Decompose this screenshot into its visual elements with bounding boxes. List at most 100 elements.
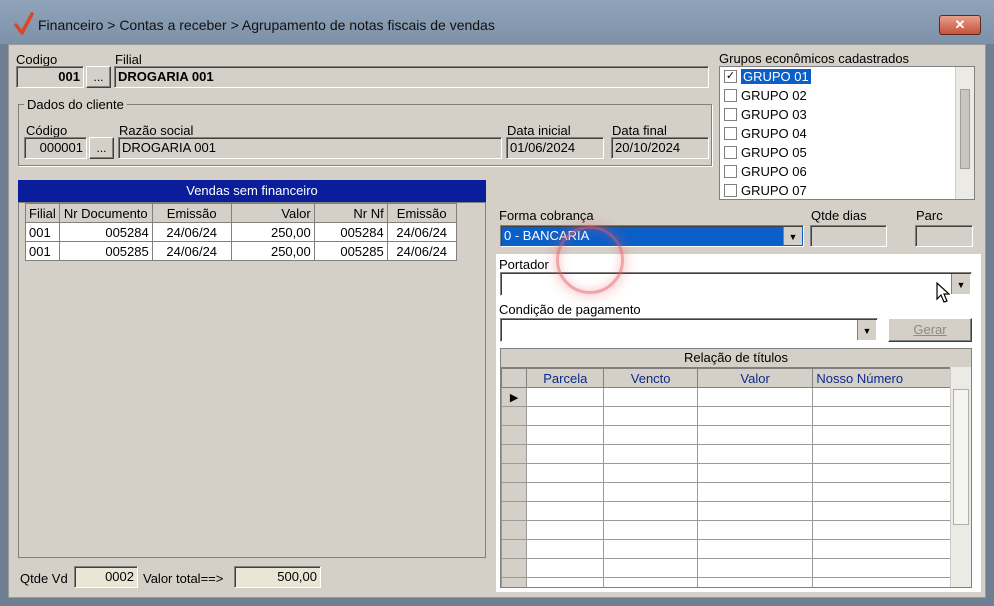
relacao-row[interactable] — [501, 482, 951, 502]
relacao-row[interactable] — [501, 425, 951, 445]
grupo-item[interactable]: GRUPO 07 — [720, 181, 974, 199]
chevron-down-icon[interactable]: ▼ — [951, 274, 970, 294]
relacao-cell[interactable] — [603, 558, 698, 578]
checkbox-icon[interactable] — [724, 89, 737, 103]
relacao-row[interactable] — [501, 444, 951, 464]
grupo-item[interactable]: ✓ GRUPO 01 — [720, 67, 974, 86]
relacao-row[interactable] — [501, 406, 951, 426]
vendas-row[interactable]: 001 005284 24/06/24 250,00 005284 24/06/24 — [25, 222, 457, 242]
relacao-cell[interactable] — [603, 577, 698, 587]
relacao-cell[interactable] — [526, 406, 605, 426]
vendas-column-header[interactable]: Nr Nf — [313, 203, 388, 223]
relacao-cell[interactable] — [603, 482, 698, 502]
vendas-column-header[interactable]: Emissão — [151, 203, 232, 223]
relacao-cell[interactable] — [812, 463, 951, 483]
grupo-item[interactable]: GRUPO 04 — [720, 124, 974, 143]
qtde-dias-field[interactable] — [810, 225, 887, 247]
grupos-list[interactable]: ✓ GRUPO 01 GRUPO 02 GRUPO 03 GRUPO 04 GRUPO 0… — [719, 66, 975, 200]
grupo-item[interactable]: GRUPO 03 — [720, 105, 974, 124]
relacao-cell[interactable] — [526, 463, 605, 483]
parc-field[interactable] — [915, 225, 973, 247]
relacao-column-header[interactable]: Valor — [696, 368, 814, 388]
relacao-cell[interactable] — [812, 577, 951, 587]
relacao-cell[interactable] — [603, 539, 698, 559]
checkbox-icon[interactable] — [724, 108, 737, 122]
relacao-cell[interactable] — [696, 558, 814, 578]
relacao-cell[interactable] — [812, 444, 951, 464]
relacao-cell[interactable] — [696, 501, 814, 521]
relacao-row[interactable] — [501, 539, 951, 559]
relacao-cell[interactable] — [603, 387, 698, 407]
relacao-scrollbar[interactable] — [950, 367, 971, 587]
relacao-cell[interactable] — [696, 520, 814, 540]
relacao-cell[interactable] — [603, 520, 698, 540]
relacao-column-header[interactable]: Nosso Número — [812, 368, 951, 388]
gerar-button[interactable]: Gerar — [888, 318, 972, 342]
data-inicial-field[interactable]: 01/06/2024 — [506, 137, 604, 159]
checkbox-icon[interactable] — [724, 127, 737, 141]
relacao-cell[interactable] — [526, 387, 605, 407]
grupos-scroll-thumb[interactable] — [960, 89, 970, 169]
relacao-cell[interactable] — [526, 501, 605, 521]
relacao-cell[interactable] — [526, 444, 605, 464]
relacao-cell[interactable] — [526, 577, 605, 587]
filial-field[interactable]: DROGARIA 001 — [114, 66, 709, 88]
relacao-cell[interactable] — [696, 387, 814, 407]
razao-social-field[interactable]: DROGARIA 001 — [118, 137, 502, 159]
checkbox-icon[interactable] — [724, 184, 737, 198]
data-final-field[interactable]: 20/10/2024 — [611, 137, 709, 159]
relacao-cell[interactable] — [696, 444, 814, 464]
relacao-row[interactable] — [501, 501, 951, 521]
grupo-item[interactable]: GRUPO 06 — [720, 162, 974, 181]
relacao-cell[interactable] — [603, 406, 698, 426]
relacao-cell[interactable] — [812, 501, 951, 521]
relacao-cell[interactable] — [603, 425, 698, 445]
relacao-row[interactable]: ▶ — [501, 387, 951, 407]
cliente-lookup-button[interactable]: ... — [89, 137, 114, 159]
condicao-pagamento-select[interactable]: ▼ — [500, 318, 878, 342]
checkbox-icon[interactable] — [724, 146, 737, 160]
relacao-cell[interactable] — [526, 539, 605, 559]
relacao-cell[interactable] — [526, 520, 605, 540]
cliente-codigo-field[interactable]: 000001 — [24, 137, 87, 159]
codigo-lookup-button[interactable]: ... — [86, 66, 111, 88]
chevron-down-icon[interactable]: ▼ — [857, 320, 876, 340]
relacao-cell[interactable] — [812, 520, 951, 540]
grupo-item[interactable]: GRUPO 02 — [720, 86, 974, 105]
relacao-cell[interactable] — [812, 387, 951, 407]
relacao-cell[interactable] — [696, 425, 814, 445]
relacao-cell[interactable] — [696, 463, 814, 483]
forma-cobranca-select[interactable]: 0 - BANCARIA ▼ — [500, 225, 804, 247]
relacao-cell[interactable] — [526, 482, 605, 502]
relacao-cell[interactable] — [812, 425, 951, 445]
vendas-row[interactable]: 001 005285 24/06/24 250,00 005285 24/06/24 — [25, 241, 457, 261]
relacao-row[interactable] — [501, 463, 951, 483]
relacao-cell[interactable] — [696, 406, 814, 426]
relacao-cell[interactable] — [603, 463, 698, 483]
relacao-column-header[interactable]: Parcela — [526, 368, 605, 388]
checkbox-checked-icon[interactable]: ✓ — [724, 70, 737, 84]
relacao-row[interactable] — [501, 520, 951, 540]
relacao-cell[interactable] — [812, 406, 951, 426]
vendas-column-header[interactable]: Valor — [230, 203, 315, 223]
relacao-cell[interactable] — [696, 482, 814, 502]
grupo-item[interactable]: GRUPO 05 — [720, 143, 974, 162]
close-button[interactable]: ✕ — [939, 15, 981, 35]
relacao-scroll-thumb[interactable] — [953, 389, 969, 525]
checkbox-icon[interactable] — [724, 165, 737, 179]
relacao-row[interactable] — [501, 558, 951, 578]
relacao-cell[interactable] — [526, 425, 605, 445]
relacao-row[interactable] — [501, 577, 951, 587]
relacao-cell[interactable] — [603, 444, 698, 464]
relacao-column-header[interactable]: Vencto — [603, 368, 698, 388]
relacao-cell[interactable] — [812, 482, 951, 502]
vendas-column-header[interactable]: Filial — [25, 203, 60, 223]
relacao-cell[interactable] — [812, 558, 951, 578]
relacao-cell[interactable] — [696, 539, 814, 559]
grupos-scrollbar[interactable] — [955, 67, 974, 199]
vendas-column-header[interactable]: Emissão — [386, 203, 457, 223]
relacao-cell[interactable] — [526, 558, 605, 578]
codigo-field[interactable]: 001 — [16, 66, 84, 88]
relacao-cell[interactable] — [603, 501, 698, 521]
relacao-cell[interactable] — [812, 539, 951, 559]
